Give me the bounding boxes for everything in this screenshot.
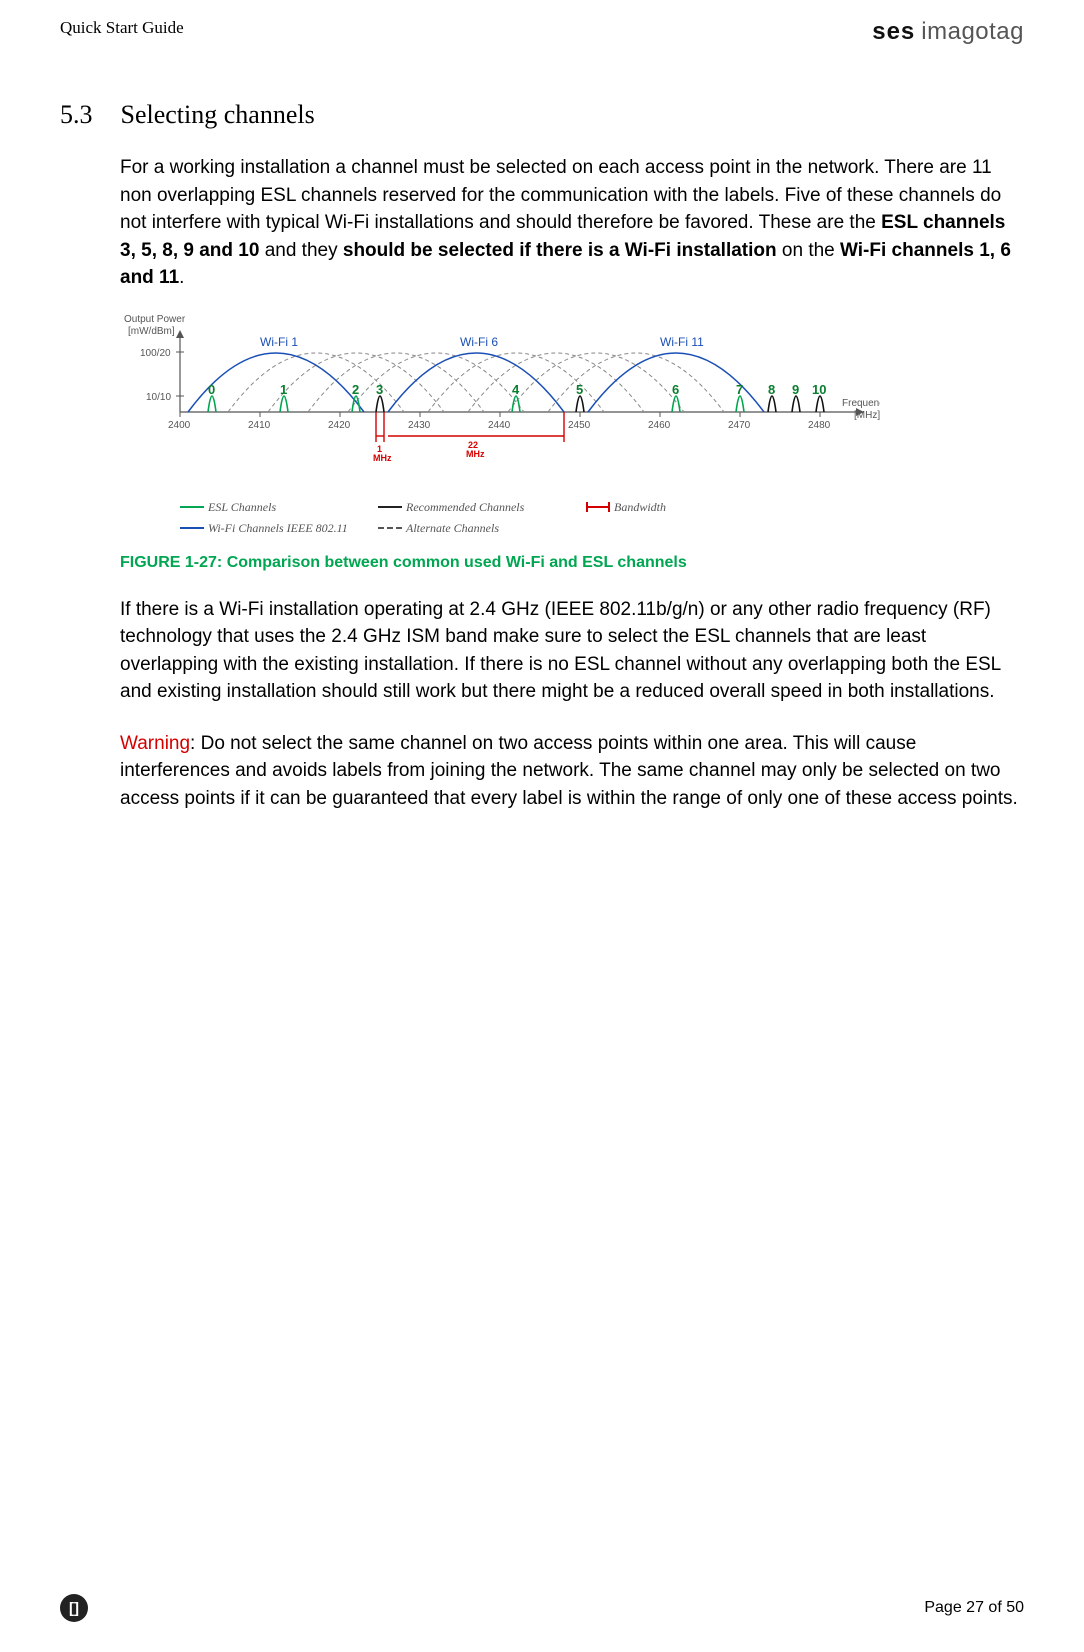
svg-text:2430: 2430 — [408, 420, 431, 431]
legend-rec-swatch-icon — [378, 506, 402, 508]
y-axis-arrow-icon — [176, 330, 184, 338]
legend-wifi-swatch-icon — [180, 527, 204, 529]
paragraph-3: Warning: Do not select the same channel … — [120, 730, 1024, 813]
bandwidth-annotations: 1 MHz 22 MHz — [373, 412, 564, 463]
channel-chart-svg: Output Power [mW/dBm] 100/20 10/10 2400 … — [120, 304, 880, 494]
wifi-6-label: Wi-Fi 6 — [460, 335, 498, 349]
warning-label: Warning — [120, 733, 190, 754]
legend-alt-label: Alternate Channels — [406, 521, 586, 536]
legend-wifi-label: Wi-Fi Channels IEEE 802.11 — [208, 521, 378, 536]
paragraph-2: If there is a Wi-Fi installation operati… — [120, 596, 1024, 706]
esl-channels: 0 1 2 3 4 5 6 7 8 9 10 — [208, 382, 826, 412]
svg-text:MHz: MHz — [373, 453, 392, 463]
footer-badge-icon: [] — [60, 1594, 88, 1622]
y-tick-100-20: 100/20 — [140, 348, 171, 359]
brand-light: imagotag — [921, 18, 1024, 46]
p1-t1: For a working installation a channel mus… — [120, 157, 1001, 233]
svg-text:2420: 2420 — [328, 420, 351, 431]
doc-title: Quick Start Guide — [60, 18, 184, 38]
y-axis-unit: [mW/dBm] — [128, 326, 175, 337]
svg-text:2440: 2440 — [488, 420, 511, 431]
legend-alt-swatch-icon — [378, 527, 402, 529]
svg-text:2400: 2400 — [168, 420, 191, 431]
page-header: Quick Start Guide ses imagotag — [60, 0, 1024, 60]
p1-t2: and they — [259, 240, 342, 261]
svg-text:9: 9 — [792, 382, 799, 397]
svg-text:4: 4 — [512, 382, 520, 397]
x-ticks: 2400 2410 2420 2430 2440 2450 2460 2470 … — [168, 412, 831, 431]
p3-rest: : Do not select the same channel on two … — [120, 733, 1018, 809]
wifi-1-label: Wi-Fi 1 — [260, 335, 298, 349]
y-axis-title: Output Power — [124, 314, 186, 325]
legend-bw-label: Bandwidth — [614, 500, 724, 515]
chart-legend: ESL Channels Recommended Channels Bandwi… — [180, 500, 880, 536]
legend-esl-label: ESL Channels — [208, 500, 378, 515]
legend-esl-swatch-icon — [180, 506, 204, 508]
y-tick-10-10: 10/10 — [146, 392, 171, 403]
wifi-alternate-channels — [228, 353, 724, 412]
svg-text:2450: 2450 — [568, 420, 591, 431]
svg-text:2410: 2410 — [248, 420, 271, 431]
page-footer: [] Page 27 of 50 — [60, 1594, 1024, 1622]
section-heading: 5.3 Selecting channels — [60, 100, 1024, 130]
svg-text:8: 8 — [768, 382, 775, 397]
svg-text:5: 5 — [576, 382, 583, 397]
svg-text:2480: 2480 — [808, 420, 831, 431]
svg-text:2460: 2460 — [648, 420, 671, 431]
wifi-11-label: Wi-Fi 11 — [660, 335, 704, 349]
legend-rec-label: Recommended Channels — [406, 500, 586, 515]
paragraph-1: For a working installation a channel mus… — [120, 154, 1024, 292]
x-axis-title-2: [MHz] — [854, 410, 880, 421]
figure-1-27-chart: Output Power [mW/dBm] 100/20 10/10 2400 … — [120, 304, 880, 536]
svg-text:2: 2 — [352, 382, 359, 397]
svg-text:1: 1 — [280, 382, 287, 397]
svg-text:7: 7 — [736, 382, 743, 397]
svg-text:10: 10 — [812, 382, 826, 397]
section-number: 5.3 — [60, 100, 93, 130]
brand-bold: ses — [872, 18, 915, 46]
page-number: Page 27 of 50 — [924, 1599, 1024, 1617]
p1-t4: . — [179, 267, 184, 288]
svg-text:3: 3 — [376, 382, 383, 397]
svg-text:2470: 2470 — [728, 420, 751, 431]
section-title: Selecting channels — [121, 100, 315, 130]
x-axis-title-1: Frequency — [842, 398, 880, 409]
p1-b2: should be selected if there is a Wi-Fi i… — [343, 240, 777, 261]
legend-bw-swatch-icon — [586, 502, 610, 512]
figure-caption: FIGURE 1-27: Comparison between common u… — [120, 554, 1024, 572]
svg-text:MHz: MHz — [466, 449, 485, 459]
svg-text:6: 6 — [672, 382, 679, 397]
brand-logo: ses imagotag — [872, 18, 1024, 46]
p1-t3: on the — [777, 240, 840, 261]
svg-text:0: 0 — [208, 382, 215, 397]
